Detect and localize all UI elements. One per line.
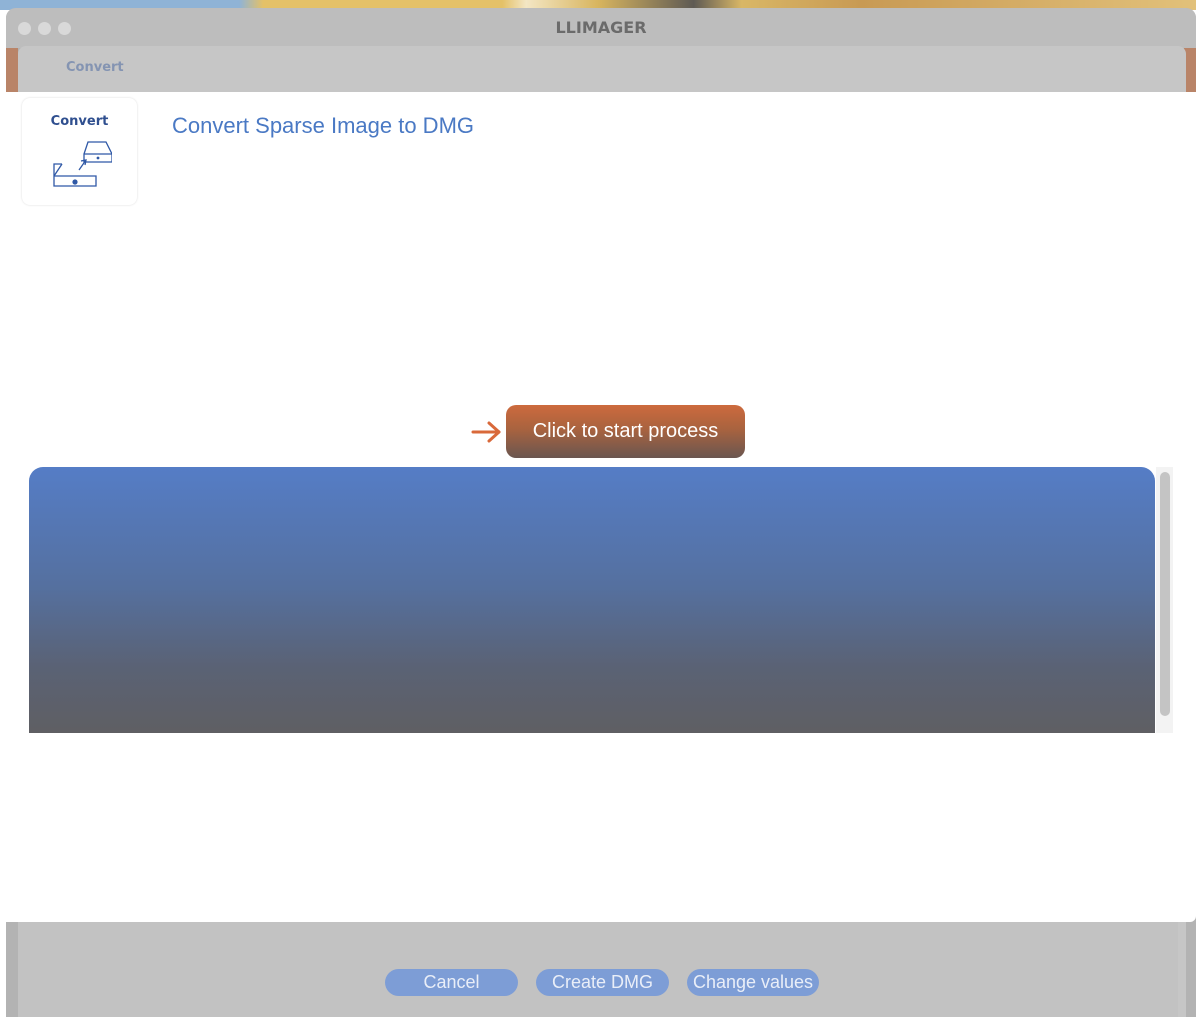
process-output-area [29,467,1155,733]
tab-convert[interactable]: Convert [66,60,124,75]
drive-convert-icon [53,141,112,187]
output-scrollbar-thumb[interactable] [1160,472,1170,716]
window-title: LLIMAGER [555,18,647,37]
create-dmg-button[interactable]: Create DMG [536,969,669,996]
page-title: Convert Sparse Image to DMG [172,113,475,138]
change-values-button[interactable]: Change values [687,969,819,996]
arrow-right-icon [471,421,501,443]
start-process-button[interactable]: Click to start process [506,405,745,458]
title-bar[interactable]: LLIMAGER [6,8,1196,48]
convert-icon-card: Convert [22,98,137,205]
icon-card-label: Convert [50,114,109,129]
cancel-button[interactable]: Cancel [385,969,518,996]
